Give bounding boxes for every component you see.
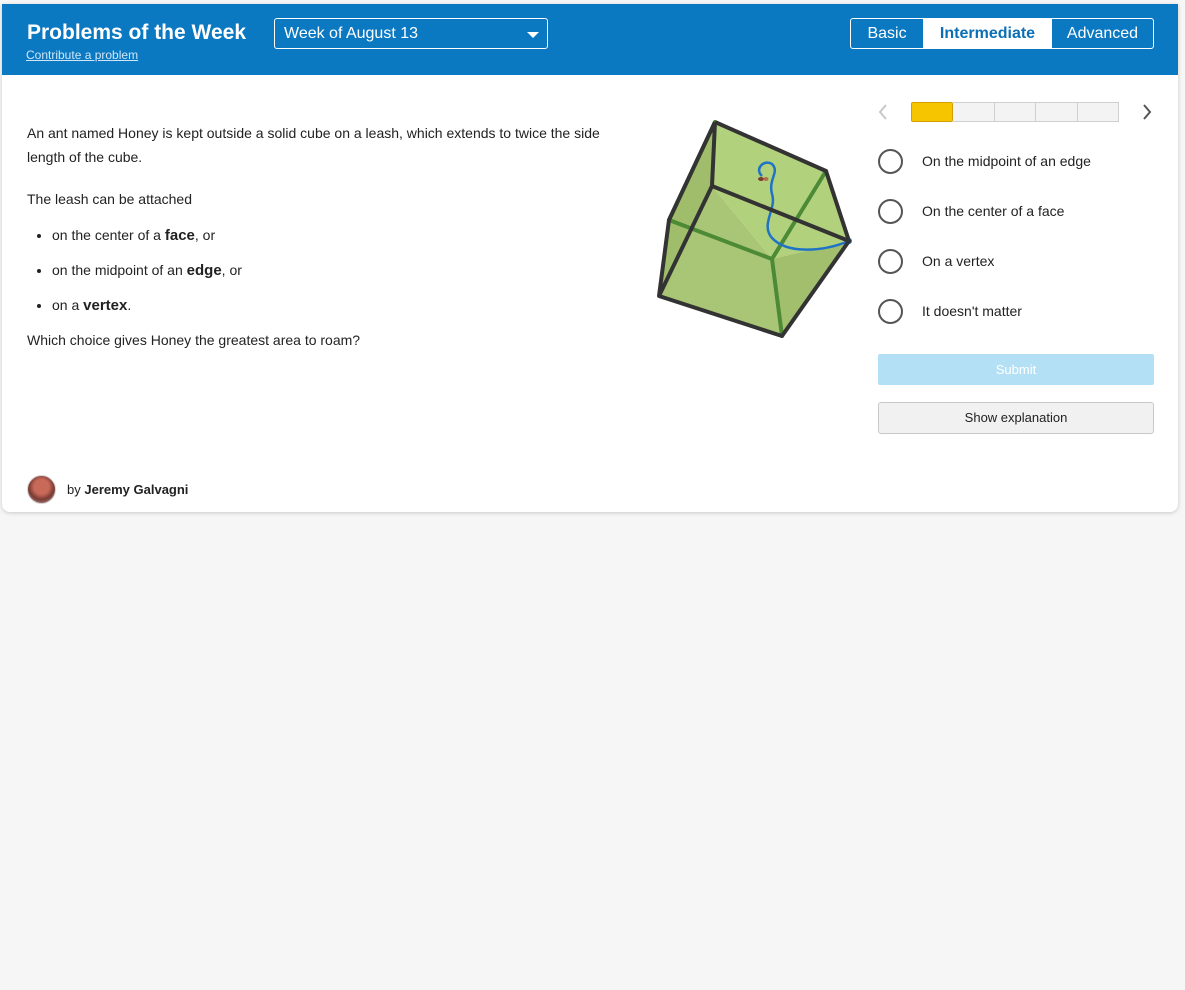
- problem-card: Problems of the Week Contribute a proble…: [2, 4, 1178, 512]
- chevron-left-icon[interactable]: [874, 100, 894, 124]
- bullet-keyword: edge: [186, 262, 222, 279]
- list-item: on the center of a face, or: [52, 223, 637, 248]
- progress-segment[interactable]: [994, 102, 1037, 122]
- bullet-text: .: [127, 297, 132, 313]
- author-name[interactable]: Jeremy Galvagni: [84, 482, 188, 497]
- problem-attached: The leash can be attached: [27, 191, 193, 207]
- header-bar: Problems of the Week Contribute a proble…: [2, 4, 1178, 75]
- bullet-keyword: vertex: [83, 297, 128, 314]
- radio-button[interactable]: [878, 299, 903, 324]
- week-select[interactable]: Week of August 13: [274, 18, 548, 49]
- week-select-value: Week of August 13: [284, 25, 419, 42]
- problem-pager: [874, 100, 1156, 124]
- level-toggle: Basic Intermediate Advanced: [850, 18, 1154, 49]
- byline-prefix: by: [67, 482, 81, 497]
- bullet-text: on a: [52, 297, 84, 313]
- progress-segment[interactable]: [1036, 102, 1078, 122]
- author-byline: by Jeremy Galvagni: [67, 482, 188, 497]
- progress-segment[interactable]: [953, 102, 995, 122]
- level-advanced-button[interactable]: Advanced: [1051, 19, 1153, 48]
- progress-bar: [911, 102, 1120, 122]
- option-label: On a vertex: [922, 253, 995, 269]
- contribute-link[interactable]: Contribute a problem: [26, 48, 138, 62]
- option-label: It doesn't matter: [922, 303, 1022, 319]
- level-basic-button[interactable]: Basic: [851, 19, 924, 48]
- cube-illustration: [657, 120, 852, 338]
- problem-text: An ant named Honey is kept outside a sol…: [27, 121, 637, 370]
- level-intermediate-button[interactable]: Intermediate: [924, 19, 1051, 48]
- problem-intro: An ant named Honey is kept outside a sol…: [27, 125, 600, 165]
- attachment-list: on the center of a face, or on the midpo…: [27, 223, 637, 318]
- show-explanation-button[interactable]: Show explanation: [878, 402, 1154, 434]
- bullet-text: on the midpoint of an: [52, 262, 187, 278]
- progress-segment-current[interactable]: [911, 102, 954, 122]
- option-label: On the center of a face: [922, 203, 1065, 219]
- bullet-keyword: face: [164, 227, 195, 244]
- radio-button[interactable]: [878, 249, 903, 274]
- bullet-text: on the center of a: [52, 227, 165, 243]
- radio-button[interactable]: [878, 149, 903, 174]
- chevron-right-icon[interactable]: [1136, 100, 1156, 124]
- caret-down-icon: [527, 32, 539, 38]
- bullet-text: , or: [221, 262, 242, 278]
- progress-segment[interactable]: [1077, 102, 1120, 122]
- list-item: on a vertex.: [52, 293, 637, 318]
- submit-button[interactable]: Submit: [878, 354, 1154, 385]
- option-label: On the midpoint of an edge: [922, 153, 1091, 169]
- bullet-text: , or: [194, 227, 216, 243]
- page-title: Problems of the Week: [27, 21, 247, 44]
- avatar[interactable]: [27, 475, 56, 504]
- problem-question: Which choice gives Honey the greatest ar…: [27, 332, 361, 348]
- radio-button[interactable]: [878, 199, 903, 224]
- list-item: on the midpoint of an edge, or: [52, 258, 637, 283]
